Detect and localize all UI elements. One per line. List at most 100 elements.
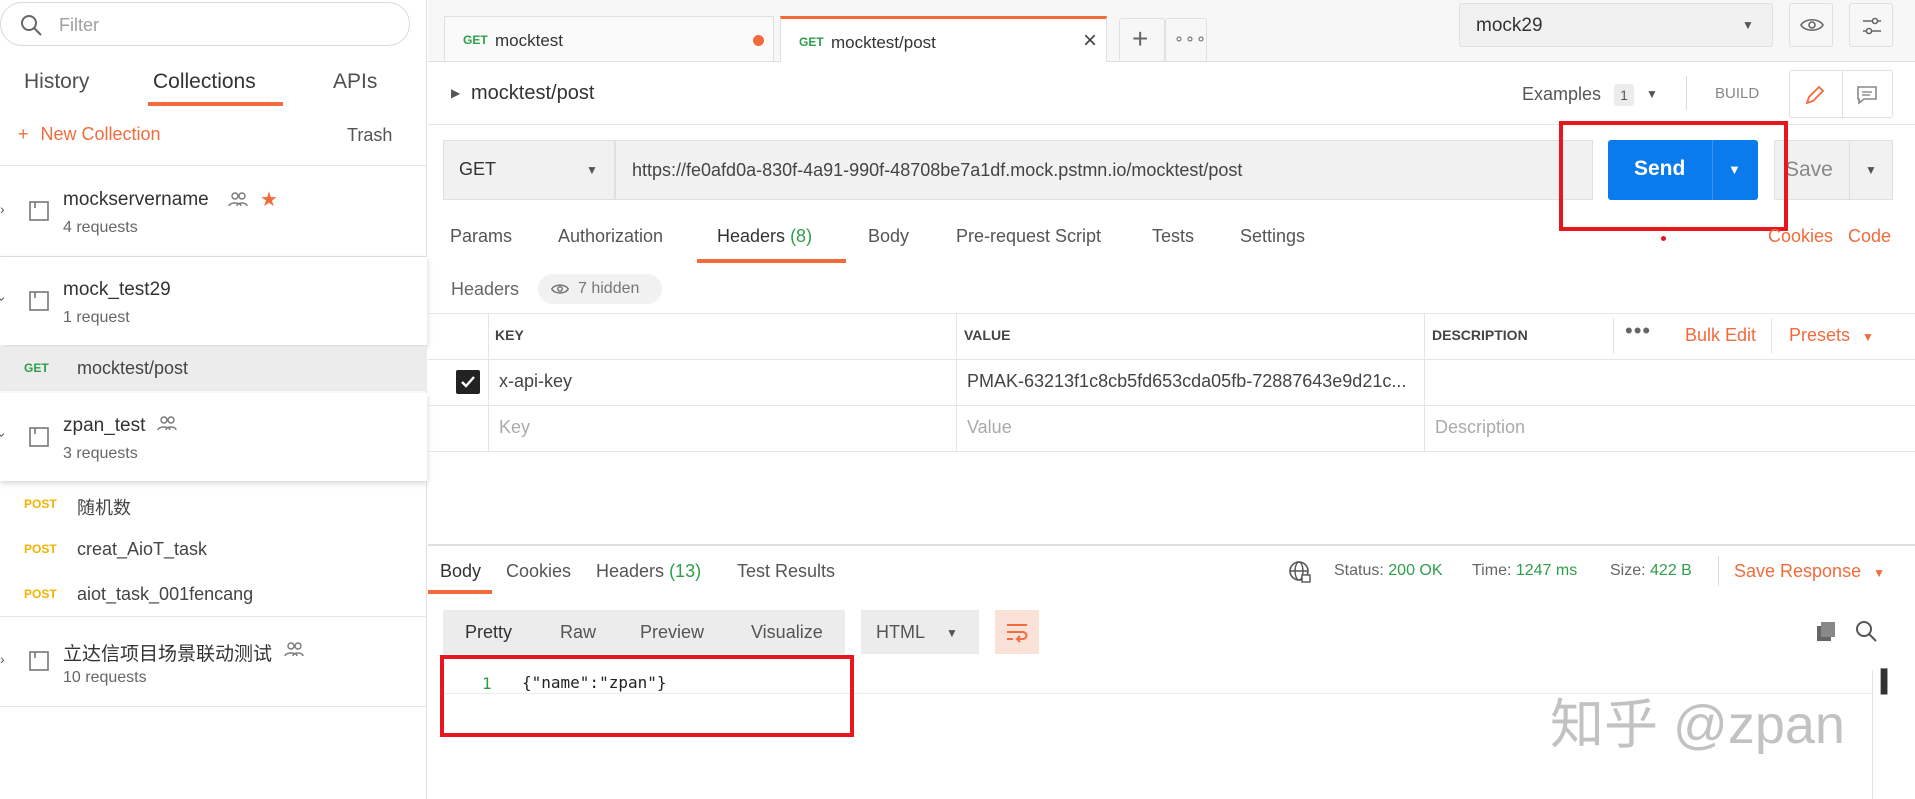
trash-button[interactable]: Trash — [347, 125, 392, 146]
response-tab-headers[interactable]: Headers (13) — [596, 561, 701, 582]
checkmark-icon — [461, 376, 475, 388]
wrap-lines-button[interactable] — [995, 610, 1039, 654]
tab-params[interactable]: Params — [450, 226, 512, 247]
column-divider — [1424, 313, 1425, 451]
collection-item[interactable]: › mockservername ★ 4 requests — [0, 167, 427, 255]
filter-input[interactable]: Filter — [0, 2, 410, 46]
header-enabled-checkbox[interactable] — [456, 370, 480, 394]
examples-label[interactable]: Examples — [1522, 84, 1601, 105]
collection-item[interactable]: › 立达信项目场景联动测试 10 requests — [0, 617, 427, 705]
response-tab-body[interactable]: Body — [440, 561, 481, 582]
save-button[interactable]: Save ▼ — [1774, 140, 1893, 200]
request-item[interactable]: POST creat_AioT_task — [0, 528, 427, 572]
star-icon[interactable]: ★ — [260, 187, 278, 212]
tab-authorization[interactable]: Authorization — [558, 226, 663, 247]
request-name: mocktest/post — [77, 358, 189, 378]
more-icon[interactable]: ••• — [1625, 318, 1651, 344]
collection-item[interactable]: › zpan_test 3 requests — [0, 393, 427, 481]
tab-apis[interactable]: APIs — [333, 70, 377, 94]
tab-method: GET — [463, 33, 488, 47]
response-tab-cookies[interactable]: Cookies — [506, 561, 571, 582]
new-collection-label: New Collection — [40, 124, 161, 144]
chevron-down-icon[interactable]: ▼ — [1865, 163, 1877, 177]
tab-pre-request-script[interactable]: Pre-request Script — [956, 226, 1101, 247]
tab-name: mocktest — [495, 31, 564, 50]
scrollbar-track[interactable] — [1872, 670, 1873, 799]
presets-label: Presets — [1789, 325, 1851, 345]
new-value-input[interactable]: Value — [967, 417, 1012, 438]
scrollbar-thumb[interactable]: ▐ — [1874, 670, 1888, 695]
response-time: Time: 1247 ms — [1472, 562, 1577, 580]
new-key-input[interactable]: Key — [499, 417, 530, 438]
chevron-down-icon: ▼ — [1862, 330, 1874, 344]
environment-quick-look-button[interactable] — [1789, 3, 1833, 47]
response-status: Status: 200 OK — [1334, 562, 1443, 580]
request-item[interactable]: POST aiot_task_001fencang — [0, 573, 427, 617]
column-divider — [956, 313, 957, 451]
pane-divider[interactable] — [428, 544, 1915, 546]
hidden-headers-toggle[interactable]: 7 hidden — [538, 274, 662, 304]
collection-item[interactable]: › mock_test29 1 request — [0, 257, 427, 345]
format-raw[interactable]: Raw — [560, 622, 596, 643]
divider — [0, 165, 427, 166]
column-header-description: DESCRIPTION — [1432, 327, 1528, 343]
method-badge: POST — [24, 542, 57, 556]
new-tab-button[interactable]: + — [1119, 18, 1165, 62]
request-item[interactable]: GET mocktest/post — [0, 347, 427, 391]
team-icon — [284, 642, 304, 657]
tab-body[interactable]: Body — [868, 226, 909, 247]
tab-tests[interactable]: Tests — [1152, 226, 1194, 247]
request-item[interactable]: POST 随机数 — [0, 483, 427, 527]
header-key[interactable]: x-api-key — [499, 371, 572, 392]
format-visualize[interactable]: Visualize — [751, 622, 823, 643]
globe-lock-icon[interactable] — [1288, 560, 1312, 584]
language-select[interactable]: HTML ▼ — [861, 610, 979, 654]
save-response-dropdown[interactable]: Save Response ▼ — [1734, 561, 1885, 582]
code-link[interactable]: Code — [1848, 226, 1891, 247]
tab-history[interactable]: History — [24, 70, 89, 94]
new-collection-button[interactable]: + New Collection — [18, 124, 161, 145]
response-tab-test-results[interactable]: Test Results — [737, 561, 835, 582]
presets-dropdown[interactable]: Presets ▼ — [1789, 325, 1874, 346]
new-description-input[interactable]: Description — [1435, 417, 1525, 438]
edit-pencil-icon[interactable] — [1804, 84, 1826, 106]
tab-collections[interactable]: Collections — [153, 70, 256, 94]
copy-icon[interactable] — [1814, 619, 1838, 643]
tab-headers[interactable]: Headers (8) — [717, 226, 812, 247]
active-tab-indicator — [697, 259, 846, 263]
collection-count: 1 request — [63, 309, 130, 326]
method-value: GET — [459, 159, 497, 179]
request-tab[interactable]: GET mocktest — [444, 16, 774, 62]
environment-select[interactable]: mock29 ▼ — [1459, 3, 1773, 47]
response-size: Size: 422 B — [1610, 562, 1692, 580]
manage-environments-button[interactable] — [1849, 3, 1893, 47]
cookies-link[interactable]: Cookies — [1768, 226, 1833, 247]
request-tab-active[interactable]: GET mocktest/post × — [780, 16, 1107, 62]
chevron-down-icon[interactable]: ▼ — [1646, 87, 1658, 101]
search-icon — [21, 15, 42, 36]
format-preview[interactable]: Preview — [640, 622, 704, 643]
caret-right-icon[interactable]: ▶ — [451, 86, 460, 100]
header-value[interactable]: PMAK-63213f1c8cb5fd653cda05fb-72887643e9… — [967, 371, 1406, 392]
close-icon[interactable]: × — [1083, 27, 1097, 55]
table-border — [428, 405, 1915, 406]
search-icon[interactable] — [1854, 619, 1878, 643]
time-value: 1247 ms — [1515, 562, 1578, 579]
request-name: creat_AioT_task — [77, 539, 208, 559]
method-select[interactable]: GET ▼ — [443, 140, 615, 200]
team-icon — [228, 192, 248, 207]
format-pretty[interactable]: Pretty — [465, 622, 512, 643]
chevron-down-icon: ▼ — [1742, 18, 1754, 32]
eye-icon — [1800, 18, 1824, 32]
url-value: https://fe0afd0a-830f-4a91-990f-48708be7… — [632, 160, 1243, 180]
chevron-right-icon: › — [0, 201, 5, 217]
tab-options-button[interactable]: ∘∘∘ — [1165, 18, 1207, 62]
comment-icon[interactable] — [1856, 85, 1878, 105]
sidebar: Filter History Collections APIs + New Col… — [0, 0, 427, 799]
bulk-edit-link[interactable]: Bulk Edit — [1685, 325, 1756, 346]
request-name: 随机数 — [77, 498, 131, 518]
url-input[interactable]: https://fe0afd0a-830f-4a91-990f-48708be7… — [615, 140, 1593, 200]
tab-method: GET — [799, 35, 824, 49]
tab-settings[interactable]: Settings — [1240, 226, 1305, 247]
chevron-down-icon: › — [0, 297, 10, 302]
